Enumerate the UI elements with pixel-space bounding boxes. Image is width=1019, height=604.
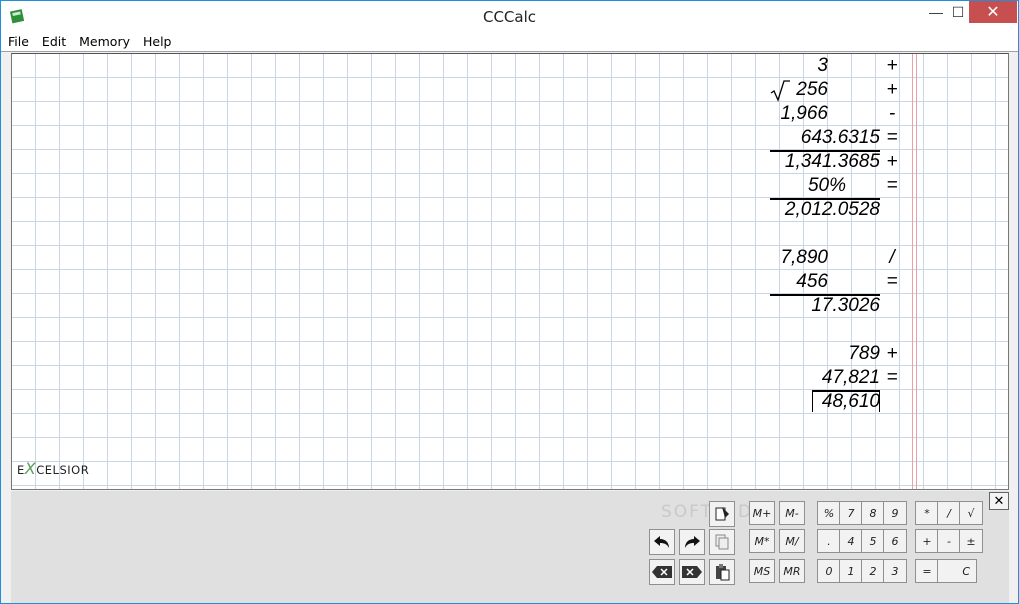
redo-button[interactable] (679, 529, 705, 555)
menu-edit[interactable]: Edit (35, 32, 72, 51)
minus-key[interactable]: - (937, 529, 961, 553)
tape-line: 50% = (712, 174, 932, 198)
delete-icon (682, 566, 702, 578)
tape-line: 47,821 = (712, 366, 932, 390)
memory-add-button[interactable]: M+ (749, 501, 775, 525)
tape-value: 47,821 (821, 367, 880, 388)
plus-key[interactable]: + (915, 529, 939, 553)
tape-value: 1,966 (780, 103, 828, 124)
tape-operator: + (886, 151, 898, 172)
paste-button[interactable] (709, 559, 735, 585)
tape-operator: = (886, 367, 898, 388)
digit-2-key[interactable]: 2 (861, 559, 885, 583)
memory-multiply-button[interactable]: M* (749, 529, 775, 553)
digit-7-key[interactable]: 7 (839, 501, 863, 525)
tape-value: 7,890 (780, 247, 828, 268)
clear-key[interactable]: C (937, 559, 977, 583)
tape-line: 48,610 (712, 390, 932, 414)
square-root-key[interactable]: √ (959, 501, 983, 525)
logo-rest: CELSIOR (36, 463, 90, 477)
tape-line: 7,890 / (712, 246, 932, 270)
close-button[interactable]: ✕ (969, 1, 1017, 23)
copy-icon (715, 534, 729, 550)
multiply-key[interactable]: * (915, 501, 939, 525)
copy-button[interactable] (709, 529, 735, 555)
divide-key[interactable]: / (937, 501, 961, 525)
tape-line: 789 + (712, 342, 932, 366)
tape-value: 256 (796, 79, 828, 100)
percent-key[interactable]: % (817, 501, 841, 525)
text-cursor (879, 392, 880, 412)
digit-5-key[interactable]: 5 (861, 529, 885, 553)
menu-file[interactable]: File (1, 32, 35, 51)
tape-operator: + (886, 343, 898, 364)
tape-operator: - (888, 103, 896, 124)
tape-operator: = (886, 175, 898, 196)
keypad-panel: SOFTPEDIA ✕ M+ M- M* M/ MS MR % (11, 491, 1009, 603)
undo-icon (654, 536, 669, 548)
sqrt-icon (770, 80, 790, 102)
delete-button[interactable] (679, 559, 705, 585)
digit-3-key[interactable]: 3 (883, 559, 907, 583)
tape-value: 48,610 (821, 391, 880, 412)
memory-recall-button[interactable]: MR (779, 559, 805, 583)
memory-store-button[interactable]: MS (749, 559, 775, 583)
tape-value: 456 (796, 271, 828, 292)
decimal-key[interactable]: . (817, 529, 841, 553)
logo-prefix: E (17, 463, 25, 477)
menu-memory[interactable]: Memory (72, 32, 136, 51)
tape-operator: + (886, 79, 898, 100)
digit-0-key[interactable]: 0 (817, 559, 841, 583)
tape-line: 643.6315 = (712, 126, 932, 150)
tape-line: 1,966 - (712, 102, 932, 126)
tape-value: 789 (848, 343, 880, 364)
maximize-button[interactable]: ☐ (945, 1, 971, 23)
memory-subtract-button[interactable]: M- (779, 501, 805, 525)
tape-line: 1,341.3685 + (712, 150, 932, 174)
logo-x: X (24, 459, 37, 478)
memory-divide-button[interactable]: M/ (779, 529, 805, 553)
window-title: CCCalc (482, 8, 537, 26)
tape-line: 3 + (712, 54, 932, 78)
digit-1-key[interactable]: 1 (839, 559, 863, 583)
tape-value: 3 (817, 55, 828, 76)
tape-operator: / (889, 247, 895, 268)
backspace-button[interactable] (649, 559, 675, 585)
tape-line: 17.3026 (712, 294, 932, 318)
menu-bar: File Edit Memory Help (1, 32, 1018, 52)
calculation-tape[interactable]: 3 + 256 + 1,966 - 643.6315 = 1,341.3685 … (11, 53, 1009, 490)
undo-button[interactable] (649, 529, 675, 555)
title-bar[interactable]: CCCalc — ☐ ✕ (1, 1, 1018, 32)
tape-line: 2,012.0528 (712, 198, 932, 222)
tape-operator: + (886, 55, 898, 76)
tape-value: 50% (807, 175, 846, 196)
tape-operator: = (886, 127, 898, 148)
digit-4-key[interactable]: 4 (839, 529, 863, 553)
tape-value: 17.3026 (811, 295, 880, 316)
paste-icon (716, 564, 730, 581)
digit-6-key[interactable]: 6 (883, 529, 907, 553)
plus-minus-key[interactable]: ± (959, 529, 983, 553)
backspace-icon (652, 566, 672, 578)
broom-icon (715, 507, 729, 521)
redo-icon (685, 536, 700, 548)
equals-key[interactable]: = (915, 559, 939, 583)
tape-line: 456 = (712, 270, 932, 294)
tape-value: 1,341.3685 (784, 151, 880, 172)
digit-9-key[interactable]: 9 (883, 501, 907, 525)
tape-value: 643.6315 (800, 127, 880, 148)
excelsior-logo: EXCELSIOR (17, 459, 89, 478)
menu-help[interactable]: Help (136, 32, 178, 51)
input-left-edge (812, 392, 813, 412)
clear-tape-button[interactable] (709, 501, 735, 527)
tape-line: 256 + (712, 78, 932, 102)
tape-operator: = (886, 271, 898, 292)
tape-value: 2,012.0528 (784, 199, 880, 220)
app-window: CCCalc — ☐ ✕ File Edit Memory Help 3 + 2… (0, 0, 1019, 604)
panel-close-button[interactable]: ✕ (989, 492, 1009, 510)
digit-8-key[interactable]: 8 (861, 501, 885, 525)
